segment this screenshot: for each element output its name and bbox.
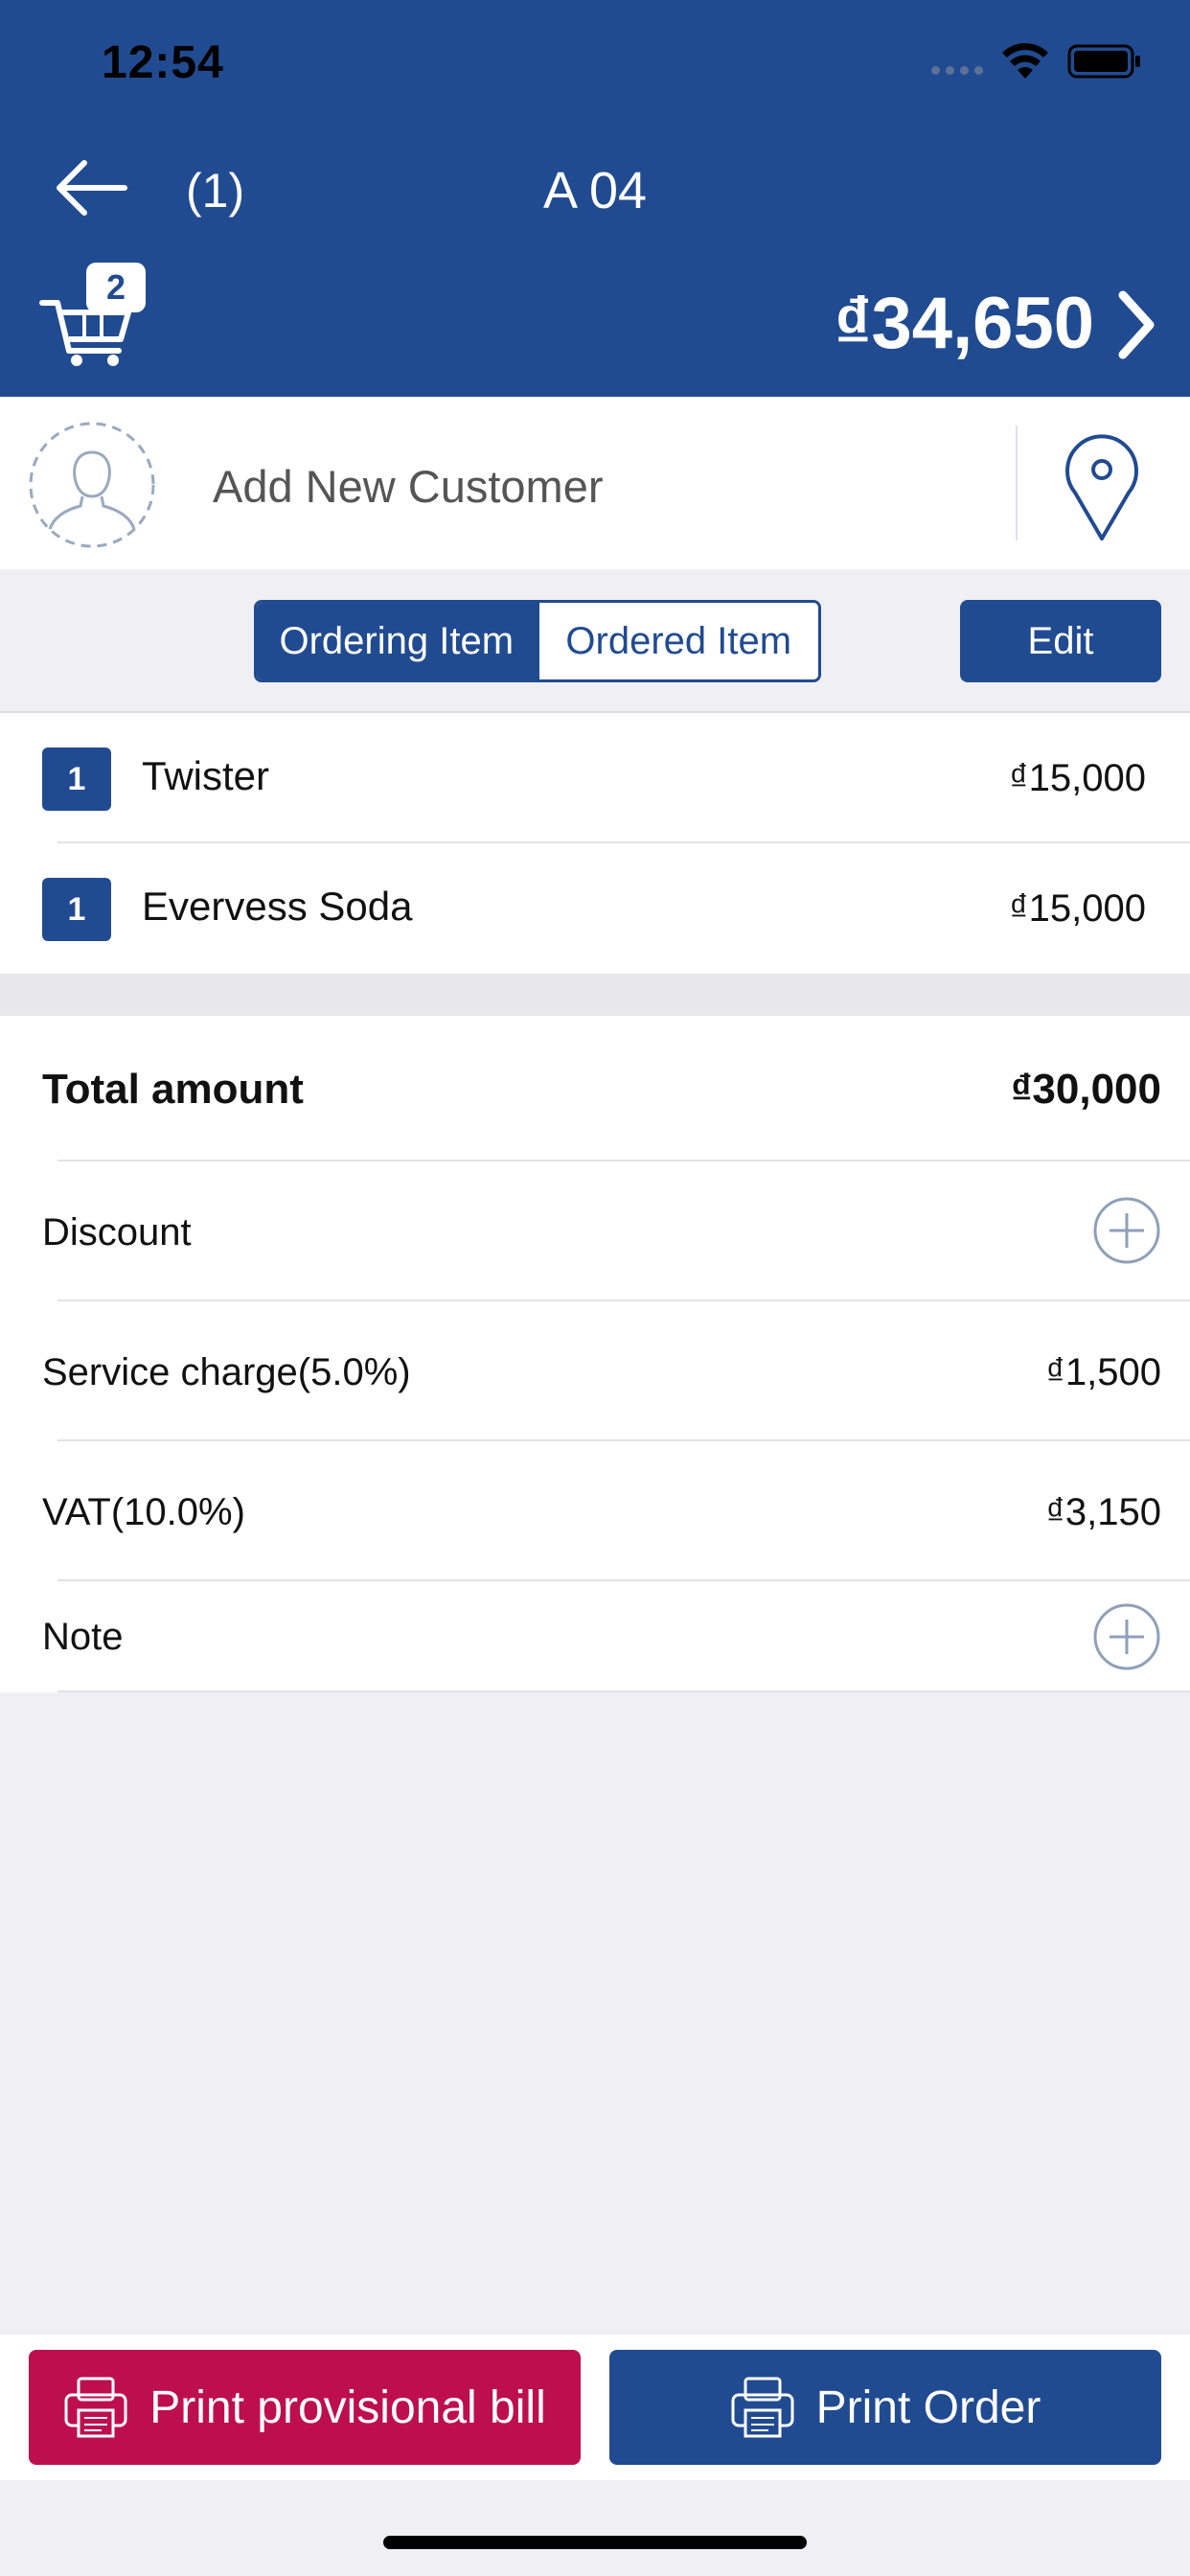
- discount-row[interactable]: Discount: [0, 1162, 1190, 1301]
- print-order-button[interactable]: Print Order: [609, 2350, 1161, 2465]
- total-amount-value: ₫30,000: [1010, 1066, 1161, 1113]
- battery-icon: [1067, 44, 1140, 79]
- location-pin-icon[interactable]: [1062, 431, 1142, 544]
- cart-badge: 2: [86, 263, 146, 312]
- add-discount-icon[interactable]: [1092, 1196, 1161, 1265]
- add-customer-label[interactable]: Add New Customer: [213, 460, 604, 513]
- item-name: Twister: [142, 753, 270, 798]
- totals-section: Total amount ₫30,000 Discount Service ch…: [0, 1016, 1190, 1692]
- print-provisional-bill-button[interactable]: Print provisional bill: [29, 2350, 581, 2465]
- service-charge-label: Service charge(5.0%): [42, 1351, 411, 1393]
- grand-total[interactable]: ₫34,650: [835, 282, 1094, 365]
- customer-row[interactable]: Add New Customer: [0, 397, 1190, 569]
- status-time: 12:54: [102, 37, 224, 88]
- total-amount-label: Total amount: [42, 1066, 304, 1113]
- segment-area: Ordering Item Ordered Item Edit: [0, 569, 1190, 713]
- tab-ordering-item[interactable]: Ordering Item: [257, 603, 537, 679]
- discount-label: Discount: [42, 1211, 192, 1254]
- section-gap: [0, 974, 1190, 1016]
- printer-icon: [64, 2377, 127, 2438]
- vat-value: ₫3,150: [1045, 1491, 1161, 1533]
- service-charge-value: ₫1,500: [1045, 1351, 1161, 1393]
- vat-row: VAT(10.0%) ₫3,150: [0, 1441, 1190, 1581]
- print-order-label: Print Order: [815, 2381, 1041, 2433]
- service-charge-row: Service charge(5.0%) ₫1,500: [0, 1301, 1190, 1441]
- edit-button[interactable]: Edit: [960, 600, 1161, 682]
- list-item[interactable]: 1 Twister ₫15,000: [0, 713, 1190, 843]
- printer-icon: [731, 2377, 794, 2438]
- home-indicator[interactable]: [383, 2536, 807, 2549]
- item-list: 1 Twister ₫15,000 1 Evervess Soda ₫15,00…: [0, 713, 1190, 974]
- avatar-placeholder-icon: [29, 422, 155, 548]
- item-price: ₫15,000: [1009, 887, 1146, 930]
- table-name: A 04: [542, 162, 648, 219]
- tab-ordered-item[interactable]: Ordered Item: [536, 603, 818, 679]
- item-name: Evervess Soda: [142, 884, 413, 929]
- item-segment-control: Ordering Item Ordered Item: [254, 600, 821, 682]
- print-provisional-bill-label: Print provisional bill: [149, 2381, 546, 2433]
- add-note-icon[interactable]: [1092, 1602, 1161, 1671]
- quantity-badge: 1: [42, 748, 111, 811]
- header-bar: 12:54 (1) A 04 2 ₫34,650: [0, 0, 1190, 397]
- item-price: ₫15,000: [1009, 757, 1146, 799]
- signal-icon: [931, 49, 983, 75]
- status-icons: [931, 42, 1142, 80]
- wifi-icon: [1002, 43, 1048, 79]
- note-row[interactable]: Note: [0, 1581, 1190, 1692]
- row-divider: [57, 1690, 1190, 1692]
- vat-label: VAT(10.0%): [42, 1491, 245, 1533]
- note-label: Note: [42, 1616, 124, 1658]
- bottom-action-bar: Print provisional bill Print Order: [0, 2334, 1190, 2480]
- chevron-right-icon[interactable]: [1113, 288, 1159, 362]
- list-item[interactable]: 1 Evervess Soda ₫15,000: [0, 843, 1190, 974]
- total-amount-row: Total amount ₫30,000: [0, 1016, 1190, 1162]
- divider: [1016, 426, 1018, 540]
- quantity-badge: 1: [42, 878, 111, 941]
